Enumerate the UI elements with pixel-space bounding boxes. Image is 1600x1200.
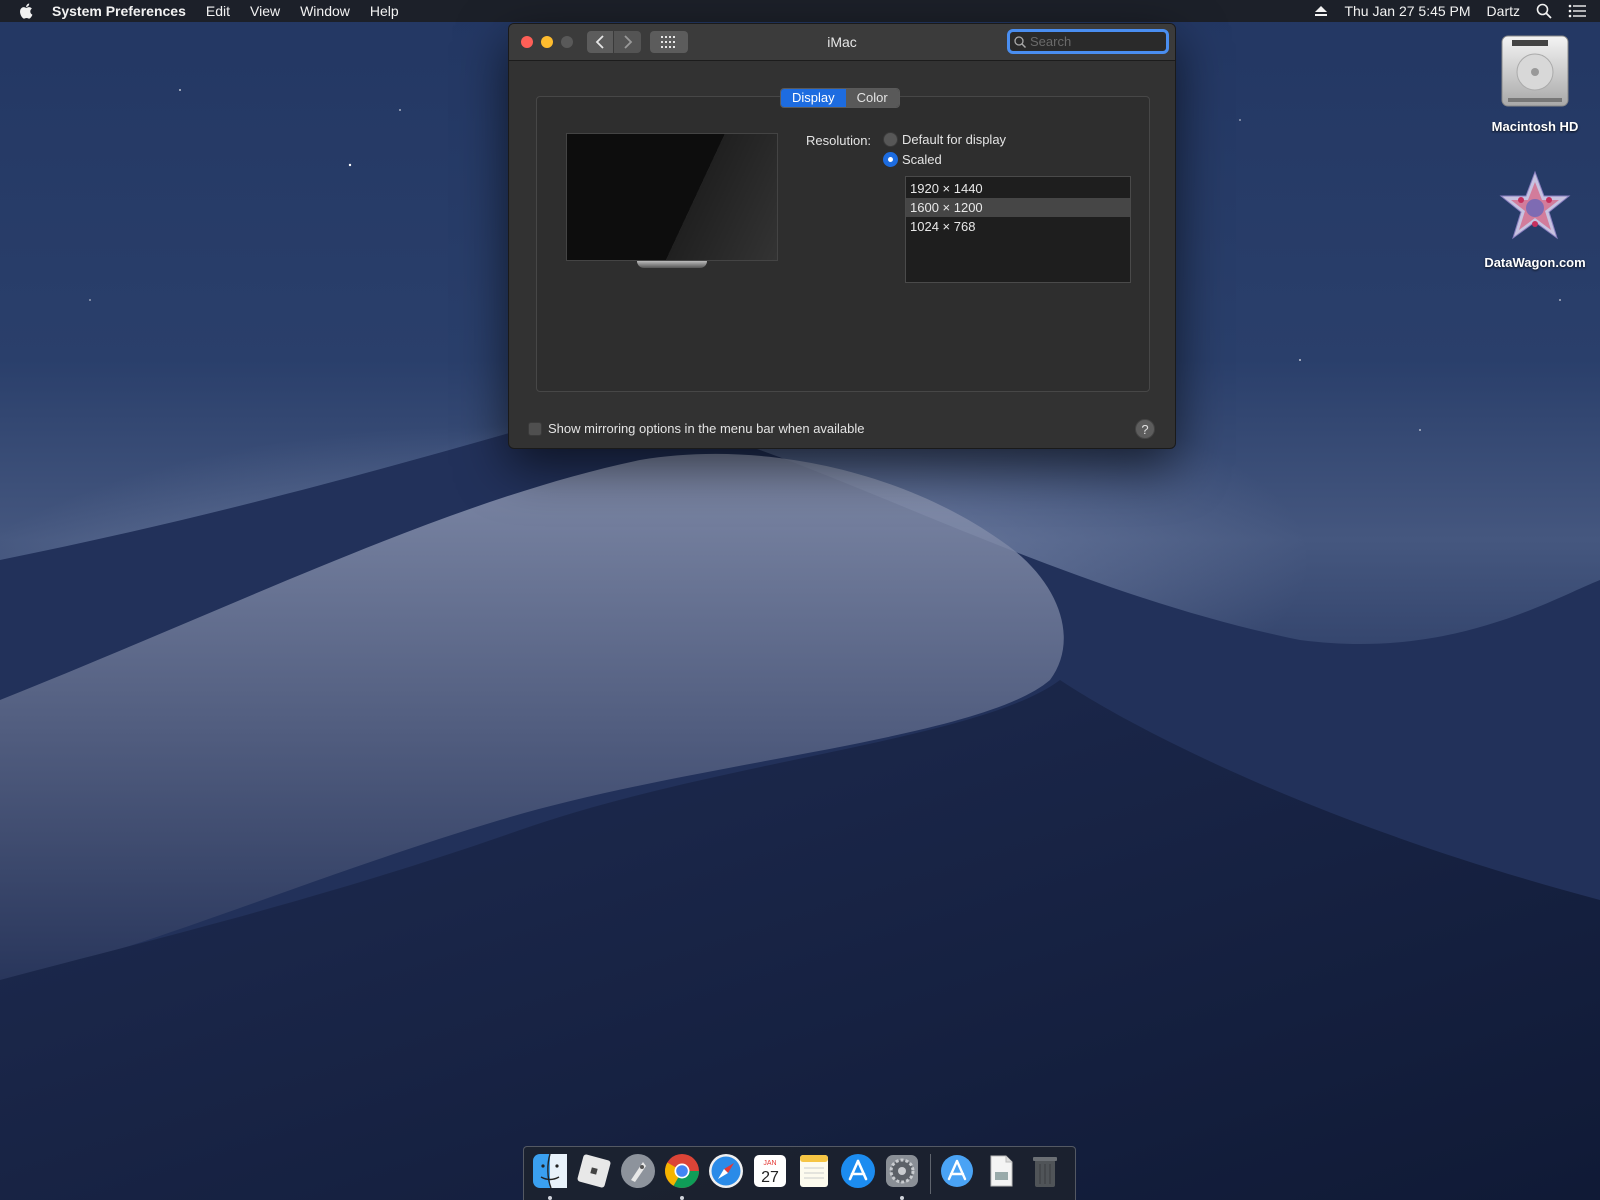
window-titlebar[interactable]: iMac [509, 24, 1175, 61]
window-content: Display Color Resolution: Default for di… [509, 61, 1175, 448]
search-icon [1014, 35, 1026, 48]
dock-notes[interactable] [794, 1152, 834, 1196]
applications-folder-icon [941, 1154, 973, 1187]
display-glare [567, 134, 777, 260]
search-input[interactable] [1030, 34, 1160, 49]
safari-icon [709, 1153, 743, 1188]
chevron-left-icon [595, 35, 604, 49]
apple-menu-icon[interactable] [18, 2, 36, 20]
notes-icon [800, 1154, 828, 1187]
menu-view[interactable]: View [240, 0, 290, 22]
menu-bar: System Preferences Edit View Window Help… [0, 0, 1600, 22]
menu-help[interactable]: Help [360, 0, 409, 22]
zoom-button[interactable] [561, 36, 573, 48]
chevron-right-icon [623, 35, 632, 49]
resolution-row[interactable]: 1920 × 1440 [906, 179, 1130, 198]
dock-applications-folder[interactable] [937, 1152, 977, 1196]
radio-default-for-display[interactable]: Default for display [883, 132, 1006, 147]
dock-roblox[interactable] [574, 1152, 614, 1196]
finder-icon [533, 1153, 567, 1188]
hard-drive-icon [1501, 35, 1569, 107]
dock-calendar[interactable]: JAN 27 [750, 1152, 790, 1196]
dock-launchpad[interactable] [618, 1152, 658, 1196]
tab-display[interactable]: Display [781, 89, 846, 107]
menubar-clock[interactable]: Thu Jan 27 5:45 PM [1344, 0, 1470, 22]
chrome-icon [665, 1153, 699, 1188]
document-icon [990, 1155, 1013, 1186]
running-indicator [548, 1195, 552, 1200]
back-button[interactable] [587, 31, 614, 53]
dock-app-store[interactable] [838, 1152, 878, 1196]
show-all-button[interactable] [650, 31, 688, 53]
app-menu[interactable]: System Preferences [52, 0, 196, 22]
dock-document[interactable] [981, 1152, 1021, 1196]
grid-icon [661, 36, 675, 48]
dock-finder[interactable] [530, 1152, 570, 1200]
scaled-resolution-list[interactable]: 1920 × 1440 1600 × 1200 1024 × 768 [905, 176, 1131, 283]
dock-system-preferences[interactable] [882, 1152, 922, 1200]
display-stand [637, 261, 707, 268]
radio-button[interactable] [883, 132, 898, 147]
window-controls [521, 36, 581, 48]
menu-window[interactable]: Window [290, 0, 360, 22]
search-field[interactable] [1007, 29, 1169, 54]
menu-edit[interactable]: Edit [196, 0, 240, 22]
close-button[interactable] [521, 36, 533, 48]
calendar-month: JAN [763, 1160, 776, 1167]
radio-label: Default for display [902, 132, 1007, 147]
eject-icon[interactable] [1314, 5, 1328, 17]
mirroring-label: Show mirroring options in the menu bar w… [548, 421, 865, 436]
tab-bar: Display Color [780, 88, 900, 108]
mirroring-option[interactable]: Show mirroring options in the menu bar w… [528, 421, 865, 436]
launchpad-icon [621, 1153, 655, 1188]
dock-trash[interactable] [1025, 1152, 1065, 1196]
desktop-icon-label: DataWagon.com [1484, 255, 1586, 270]
navigation-buttons [587, 31, 641, 53]
radio-label: Scaled [902, 152, 942, 167]
desktop-icon-label: Macintosh HD [1491, 119, 1579, 134]
minimize-button[interactable] [541, 36, 553, 48]
notification-center-icon[interactable] [1568, 4, 1586, 18]
menubar-user[interactable]: Dartz [1487, 0, 1520, 22]
radio-scaled[interactable]: Scaled [883, 152, 942, 167]
calendar-day: 27 [761, 1169, 779, 1186]
dock-safari[interactable] [706, 1152, 746, 1196]
forward-button[interactable] [614, 31, 641, 53]
display-preferences-window: iMac Display Color Resolution: Default f… [508, 23, 1176, 449]
radio-button-selected[interactable] [883, 152, 898, 167]
desktop-icon-macintosh-hd[interactable]: Macintosh HD [1475, 32, 1595, 134]
mirroring-checkbox[interactable] [528, 421, 542, 436]
tab-color[interactable]: Color [845, 89, 899, 107]
display-preview-image [566, 133, 778, 261]
system-preferences-icon [886, 1154, 918, 1187]
calendar-icon: JAN 27 [754, 1154, 786, 1187]
dock: JAN 27 [523, 1146, 1076, 1200]
roblox-icon [577, 1154, 611, 1187]
help-button[interactable]: ? [1135, 419, 1155, 439]
spotlight-search-icon[interactable] [1536, 3, 1552, 19]
running-indicator [680, 1195, 684, 1200]
trash-icon [1033, 1156, 1057, 1187]
dock-chrome[interactable] [662, 1152, 702, 1200]
dock-separator [930, 1153, 931, 1194]
resolution-row-selected[interactable]: 1600 × 1200 [906, 198, 1130, 217]
desktop-icon-datawagon[interactable]: DataWagon.com [1475, 168, 1595, 270]
resolution-label: Resolution: [806, 133, 872, 148]
resolution-row[interactable]: 1024 × 768 [906, 217, 1130, 236]
app-store-icon [841, 1153, 875, 1188]
running-indicator [900, 1195, 904, 1200]
datawagon-logo-icon [1499, 170, 1571, 240]
